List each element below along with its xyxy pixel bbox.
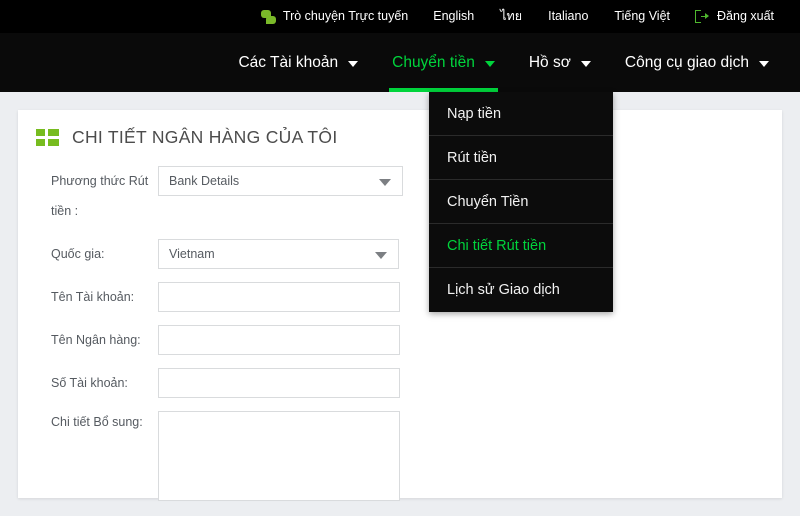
country-field-wrap: Vietnam <box>158 239 399 269</box>
dropdown-item-transaction-history-label: Lịch sử Giao dịch <box>447 282 560 298</box>
language-thai[interactable]: ไทย <box>487 10 535 23</box>
funds-dropdown-menu: Nạp tiền Rút tiền Chuyển Tiền Chi tiết R… <box>429 92 613 312</box>
logout-button[interactable]: Đăng xuất <box>683 9 786 24</box>
dropdown-item-withdrawal-details-label: Chi tiết Rút tiền <box>447 237 547 254</box>
nav-item-accounts[interactable]: Các Tài khoản <box>221 33 375 92</box>
withdrawal-method-select[interactable]: Bank Details <box>158 166 403 196</box>
language-italian-label: Italiano <box>548 9 589 24</box>
chevron-down-icon <box>580 60 591 67</box>
form-row-additional-details: Chi tiết Bổ sung: <box>18 411 782 506</box>
account-name-field-wrap <box>158 282 400 312</box>
language-vietnamese[interactable]: Tiếng Việt <box>601 10 683 23</box>
dropdown-item-deposit-label: Nạp tiền <box>447 105 502 122</box>
logout-label: Đăng xuất <box>717 9 774 24</box>
content-card: CHI TIẾT NGÂN HÀNG CỦA TÔI Phương thức R… <box>18 110 782 501</box>
page-title: CHI TIẾT NGÂN HÀNG CỦA TÔI <box>18 110 782 148</box>
country-label: Quốc gia: <box>51 247 105 261</box>
bank-name-input[interactable] <box>158 325 400 355</box>
withdrawal-method-field-wrap: Bank Details <box>158 166 403 196</box>
live-chat-link[interactable]: Trò chuyện Trực tuyến <box>249 9 420 24</box>
chat-bubbles-icon <box>260 9 276 24</box>
dropdown-item-transfer-label: Chuyển Tiền <box>447 193 529 210</box>
language-vietnamese-label: Tiếng Việt <box>614 9 671 24</box>
account-number-field-wrap <box>158 368 400 398</box>
withdrawal-method-label: Phương thức Rút tiền : <box>51 174 149 218</box>
account-number-input[interactable] <box>158 368 400 398</box>
nav-item-funds-label: Chuyển tiền <box>392 53 475 71</box>
account-name-input[interactable] <box>158 282 400 312</box>
chevron-down-icon <box>348 60 359 67</box>
nav-item-accounts-label: Các Tài khoản <box>238 53 339 71</box>
language-english-label: English <box>433 9 475 24</box>
chevron-down-icon <box>759 60 769 67</box>
dropdown-item-withdraw[interactable]: Rút tiền <box>429 136 613 180</box>
dropdown-item-transfer[interactable]: Chuyển Tiền <box>429 180 613 224</box>
form-row-account-name: Tên Tài khoản: <box>18 282 782 312</box>
form-row-bank-name: Tên Ngân hàng: <box>18 325 782 355</box>
country-select[interactable]: Vietnam <box>158 239 399 269</box>
page-title-text: CHI TIẾT NGÂN HÀNG CỦA TÔI <box>72 127 338 147</box>
nav-item-trading-tools[interactable]: Công cụ giao dịch <box>608 33 786 92</box>
additional-details-textarea[interactable] <box>158 411 400 501</box>
form-row-country: Quốc gia: Vietnam <box>18 239 782 269</box>
form-row-account-number: Số Tài khoản: <box>18 368 782 398</box>
language-italian[interactable]: Italiano <box>535 10 601 23</box>
grid-list-icon <box>36 129 59 146</box>
form-row-withdrawal-method: Phương thức Rút tiền : Bank Details <box>18 166 782 226</box>
account-number-label: Số Tài khoản: <box>51 376 128 390</box>
language-thai-label: ไทย <box>500 9 523 24</box>
dropdown-item-withdraw-label: Rút tiền <box>447 149 497 166</box>
language-english[interactable]: English <box>420 10 487 23</box>
dropdown-item-transaction-history[interactable]: Lịch sử Giao dịch <box>429 268 613 312</box>
top-utility-bar: Trò chuyện Trực tuyến English ไทย Italia… <box>0 0 800 33</box>
nav-item-funds[interactable]: Chuyển tiền <box>375 33 512 92</box>
bank-name-label: Tên Ngân hàng: <box>51 333 141 347</box>
bank-details-form: Phương thức Rút tiền : Bank Details Quốc… <box>18 148 782 506</box>
top-utility-items: Trò chuyện Trực tuyến English ไทย Italia… <box>249 9 786 24</box>
dropdown-item-withdrawal-details[interactable]: Chi tiết Rút tiền <box>429 224 613 268</box>
additional-details-label: Chi tiết Bổ sung: <box>51 415 143 429</box>
logout-icon <box>695 9 710 24</box>
chevron-down-icon <box>484 60 495 67</box>
dropdown-item-deposit[interactable]: Nạp tiền <box>429 92 613 136</box>
live-chat-label: Trò chuyện Trực tuyến <box>282 9 409 24</box>
nav-item-trading-tools-label: Công cụ giao dịch <box>624 53 749 71</box>
bank-name-field-wrap <box>158 325 400 355</box>
additional-details-field-wrap <box>158 411 400 506</box>
nav-item-profile[interactable]: Hồ sơ <box>512 33 608 92</box>
nav-item-profile-label: Hồ sơ <box>528 53 571 71</box>
main-navigation-bar: Các Tài khoản Chuyển tiền Hồ sơ Công cụ … <box>0 33 800 92</box>
account-name-label: Tên Tài khoản: <box>51 290 135 304</box>
